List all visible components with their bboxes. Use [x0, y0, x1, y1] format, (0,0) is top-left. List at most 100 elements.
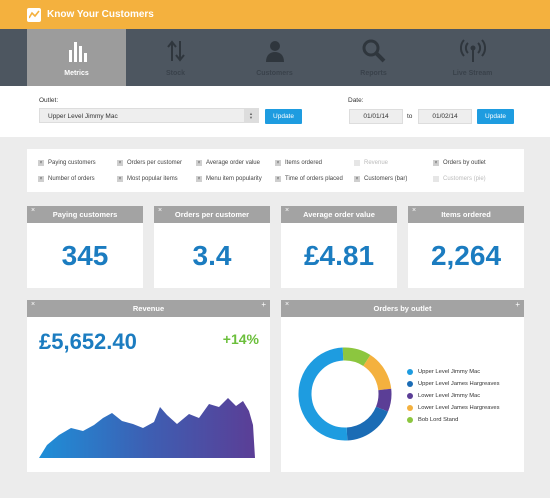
outlet-select[interactable]: Upper Level Jimmy Mac ▲ ▼: [39, 108, 259, 123]
checkbox-label: Orders by outlet: [443, 160, 486, 166]
nav-tab-live-stream[interactable]: Live Stream: [423, 29, 522, 86]
close-icon[interactable]: ×: [285, 202, 289, 219]
legend-label: Upper Level James Hargreaves: [418, 381, 500, 387]
checkbox-average-order-value[interactable]: × Average order value: [196, 160, 260, 166]
revenue-value: £5,652.40: [39, 329, 137, 354]
legend-label: Lower Level James Hargreaves: [418, 405, 500, 411]
check-icon: ×: [275, 160, 281, 166]
checkbox-label: Items ordered: [285, 160, 323, 166]
donut-slice: [363, 355, 392, 391]
metric-checkbox-panel: × Paying customers × Orders per customer ×…: [27, 149, 524, 192]
check-icon: ×: [196, 176, 202, 182]
check-icon: ×: [117, 160, 123, 166]
card-header: × Orders by outlet +: [281, 300, 524, 317]
outlet-update-button[interactable]: Update: [265, 109, 302, 124]
nav-tab-label: Stock: [165, 70, 186, 77]
checkbox-number-of-orders[interactable]: × Number of orders: [38, 176, 95, 182]
card-title: Orders by outlet: [373, 304, 432, 313]
legend-item: Upper Level James Hargreaves: [407, 378, 500, 390]
card-title: Orders per customer: [174, 210, 250, 219]
expand-icon[interactable]: +: [261, 296, 266, 313]
card-title: Paying customers: [52, 210, 118, 219]
checkbox-label: Most popular items: [127, 176, 178, 182]
checkbox-revenue[interactable]: × Revenue: [354, 160, 388, 166]
nav-tab-customers[interactable]: Customers: [225, 29, 324, 86]
revenue-change: +14%: [222, 331, 259, 347]
checkbox-most-popular-items[interactable]: × Most popular items: [117, 176, 178, 182]
card-header: × Paying customers: [27, 206, 143, 223]
main-nav: Metrics Stock Customers Reports Live Str…: [0, 29, 550, 86]
close-icon[interactable]: ×: [412, 202, 416, 219]
app-title: Know Your Customers: [47, 9, 154, 20]
check-icon: ×: [38, 160, 44, 166]
legend-label: Lower Level Jimmy Mac: [418, 393, 481, 399]
card-header: × Items ordered: [408, 206, 524, 223]
checkbox-label: Number of orders: [48, 176, 95, 182]
outlet-donut-chart: [298, 347, 392, 441]
card-header: × Orders per customer: [154, 206, 270, 223]
metric-card-average-order-value: × Average order value £4.81: [281, 206, 397, 288]
checkbox-label: Time of orders placed: [285, 176, 343, 182]
donut-slice: [346, 406, 389, 441]
legend-swatch: [407, 393, 413, 399]
close-icon[interactable]: ×: [158, 202, 162, 219]
broadcast-icon: [459, 38, 486, 64]
select-arrows-icon: ▲ ▼: [244, 109, 258, 122]
expand-icon[interactable]: +: [515, 296, 520, 313]
legend-label: Bob Lord Stand: [418, 417, 459, 423]
magnifier-icon: [362, 38, 386, 64]
checkbox-paying-customers[interactable]: × Paying customers: [38, 160, 96, 166]
app-header: Know Your Customers: [0, 0, 550, 29]
revenue-card: × Revenue + £5,652.40 +14%: [27, 300, 270, 472]
metric-value: 2,264: [430, 240, 502, 271]
date-to-input[interactable]: 01/02/14: [418, 109, 472, 124]
check-icon: ×: [433, 160, 439, 166]
checkbox-customers-bar[interactable]: × Customers (bar): [354, 176, 407, 182]
metric-card-paying-customers: × Paying customers 345: [27, 206, 143, 288]
card-title: Revenue: [132, 304, 165, 313]
filter-bar: Outlet: Upper Level Jimmy Mac ▲ ▼ Update …: [0, 86, 550, 137]
check-icon: ×: [433, 176, 439, 182]
checkbox-menu-item-popularity[interactable]: × Menu item popularity: [196, 176, 262, 182]
donut-slice: [298, 347, 348, 441]
donut-slice: [375, 388, 392, 412]
metric-card-items-ordered: × Items ordered 2,264: [408, 206, 524, 288]
checkbox-label: Average order value: [206, 160, 260, 166]
nav-tab-label: Customers: [256, 70, 293, 77]
bar-chart-icon: [67, 38, 87, 64]
date-update-button[interactable]: Update: [477, 109, 514, 124]
check-icon: ×: [196, 160, 202, 166]
nav-tab-metrics[interactable]: Metrics: [27, 29, 126, 86]
orders-by-outlet-card: × Orders by outlet + Upper Level Jimmy M…: [281, 300, 524, 472]
checkbox-time-of-orders[interactable]: × Time of orders placed: [275, 176, 343, 182]
check-icon: ×: [354, 160, 360, 166]
close-icon[interactable]: ×: [31, 296, 35, 313]
nav-tab-label: Metrics: [64, 70, 89, 77]
revenue-area: [39, 398, 255, 458]
arrows-updown-icon: [166, 38, 186, 64]
metric-value: 345: [61, 240, 109, 271]
check-icon: ×: [275, 176, 281, 182]
close-icon[interactable]: ×: [285, 296, 289, 313]
date-to-label: to: [407, 113, 413, 120]
checkbox-orders-by-outlet[interactable]: × Orders by outlet: [433, 160, 486, 166]
card-header: × Revenue +: [27, 300, 270, 317]
date-from-input[interactable]: 01/01/14: [349, 109, 403, 124]
checkbox-customers-pie[interactable]: × Customers (pie): [433, 176, 486, 182]
outlet-legend: Upper Level Jimmy Mac Upper Level James …: [407, 366, 500, 426]
check-icon: ×: [38, 176, 44, 182]
legend-label: Upper Level Jimmy Mac: [418, 369, 481, 375]
card-title: Average order value: [303, 210, 375, 219]
legend-item: Upper Level Jimmy Mac: [407, 366, 500, 378]
metric-card-orders-per-customer: × Orders per customer 3.4: [154, 206, 270, 288]
nav-tab-reports[interactable]: Reports: [324, 29, 423, 86]
checkbox-orders-per-customer[interactable]: × Orders per customer: [117, 160, 182, 166]
legend-item: Lower Level James Hargreaves: [407, 402, 500, 414]
donut-slice: [342, 347, 371, 367]
checkbox-label: Orders per customer: [127, 160, 183, 166]
nav-tab-stock[interactable]: Stock: [126, 29, 225, 86]
checkbox-items-ordered[interactable]: × Items ordered: [275, 160, 322, 166]
legend-swatch: [407, 417, 413, 423]
legend-swatch: [407, 381, 413, 387]
close-icon[interactable]: ×: [31, 202, 35, 219]
